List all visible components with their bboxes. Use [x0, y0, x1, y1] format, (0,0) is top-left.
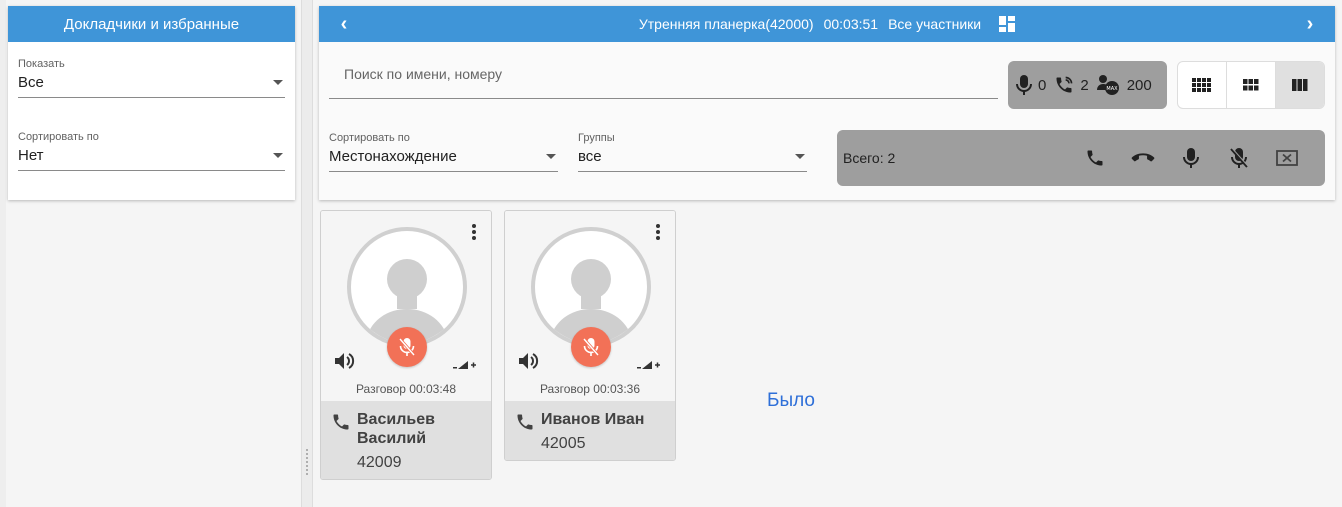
participant-name: Васильев Василий: [357, 411, 435, 447]
grid-medium-icon: [1243, 79, 1259, 91]
action-icons: [1083, 146, 1299, 170]
groups-select[interactable]: Группы все: [578, 132, 807, 172]
call-all-button[interactable]: [1083, 146, 1107, 170]
participant-info: Иванов Иван 42005: [505, 401, 675, 460]
left-edge: [0, 0, 6, 507]
mute-toggle-button[interactable]: [387, 327, 427, 367]
participant-media: Разговор 00:03:48: [321, 211, 491, 401]
participant-card[interactable]: Разговор 00:03:48 Васильев Василий 42009: [320, 210, 492, 480]
show-label: Показать: [18, 58, 65, 70]
header-info: Утренняя планерка(42000) 00:03:51 Все уч…: [319, 6, 1335, 42]
panel-title: Докладчики и избранные: [8, 6, 295, 42]
grid-large-icon: [1292, 79, 1308, 91]
show-value-field[interactable]: Все: [18, 74, 285, 98]
sort-select[interactable]: Сортировать по Местонахождение: [329, 132, 558, 172]
conference-title: Утренняя планерка(42000): [638, 16, 814, 32]
total-count: Всего: 2: [843, 150, 896, 166]
microphone-off-icon: [583, 338, 599, 356]
more-vert-icon[interactable]: [655, 223, 661, 241]
calls-stat: 2: [1054, 75, 1089, 95]
volume-icon[interactable]: [519, 352, 539, 375]
annotation-text: Было: [767, 390, 815, 411]
chevron-down-icon: [273, 153, 283, 158]
svg-text:MAX: MAX: [1106, 86, 1118, 92]
participant-info: Васильев Василий 42009: [321, 401, 491, 479]
signal-level-icon[interactable]: [453, 357, 477, 375]
view-large-grid-button[interactable]: [1276, 62, 1324, 108]
search-field[interactable]: [329, 54, 998, 99]
phone-icon: [515, 410, 541, 453]
speakers-favorites-panel: Докладчики и избранные Показать Все Сорт…: [8, 6, 295, 200]
volume-icon[interactable]: [335, 352, 355, 375]
max-participants-icon: MAX: [1096, 75, 1119, 95]
view-medium-grid-button[interactable]: [1227, 62, 1276, 108]
left-sort-value-field[interactable]: Нет: [18, 147, 285, 171]
sort-value: Местонахождение: [329, 148, 457, 165]
mute-toggle-button[interactable]: [571, 327, 611, 367]
phone-in-talk-icon: [1056, 76, 1073, 93]
chevron-down-icon: [795, 154, 805, 159]
search-input[interactable]: [329, 54, 998, 94]
participant-name: Иванов Иван: [541, 411, 645, 428]
sort-value-field[interactable]: Местонахождение: [329, 148, 558, 172]
groups-value-field[interactable]: все: [578, 148, 807, 172]
max-count: 200: [1126, 76, 1152, 94]
show-select[interactable]: Показать Все: [18, 58, 285, 98]
muted-count: 0: [1038, 76, 1047, 94]
view-mode-toggle: [1177, 61, 1325, 109]
chevron-down-icon: [273, 80, 283, 85]
left-sort-label: Сортировать по: [18, 131, 99, 143]
phone-icon: [1087, 150, 1103, 166]
unmute-all-button[interactable]: [1179, 146, 1203, 170]
talk-duration: Разговор 00:03:36: [539, 382, 641, 396]
chevron-down-icon: [546, 154, 556, 159]
groups-label: Группы: [578, 132, 615, 144]
call-end-icon: [1131, 153, 1155, 162]
grid-small-icon: [1192, 78, 1211, 92]
stats-badge: 0 2 MAX 200: [1008, 61, 1167, 109]
hangup-all-button[interactable]: [1131, 146, 1155, 170]
show-value: Все: [18, 74, 44, 91]
microphone-off-icon: [1230, 148, 1248, 168]
left-sort-select[interactable]: Сортировать по Нет: [18, 131, 285, 171]
group-actions-bar: Всего: 2: [837, 130, 1325, 186]
next-arrow-icon[interactable]: ›: [1301, 14, 1319, 34]
participant-card[interactable]: Разговор 00:03:36 Иванов Иван 42005: [504, 210, 676, 461]
dashboard-layout-icon[interactable]: [999, 16, 1016, 32]
talk-duration: Разговор 00:03:48: [355, 382, 457, 396]
participant-media: Разговор 00:03:36: [505, 211, 675, 401]
view-small-grid-button[interactable]: [1178, 62, 1227, 108]
conference-panel: ‹ Утренняя планерка(42000) 00:03:51 Все …: [319, 6, 1335, 200]
remove-all-button[interactable]: [1275, 146, 1299, 170]
panel-resizer[interactable]: [301, 0, 313, 507]
calls-count: 2: [1080, 76, 1089, 94]
muted-stat: 0: [1016, 75, 1046, 95]
participants-filter[interactable]: Все участники: [888, 16, 981, 32]
drag-handle-icon[interactable]: [305, 448, 309, 476]
signal-level-icon[interactable]: [637, 357, 661, 375]
participant-number: 42009: [357, 454, 402, 471]
conference-timer: 00:03:51: [823, 16, 879, 32]
microphone-icon: [1183, 148, 1199, 168]
participant-number: 42005: [541, 435, 586, 452]
max-stat: MAX 200: [1096, 74, 1152, 96]
microphone-icon: [1016, 75, 1032, 95]
groups-value: все: [578, 148, 602, 165]
close-box-icon: [1276, 150, 1298, 166]
left-sort-value: Нет: [18, 147, 44, 164]
conference-header: ‹ Утренняя планерка(42000) 00:03:51 Все …: [319, 6, 1335, 42]
more-vert-icon[interactable]: [471, 223, 477, 241]
mute-all-button[interactable]: [1227, 146, 1251, 170]
microphone-off-icon: [399, 338, 415, 356]
phone-icon: [331, 410, 357, 472]
sort-label: Сортировать по: [329, 132, 410, 144]
